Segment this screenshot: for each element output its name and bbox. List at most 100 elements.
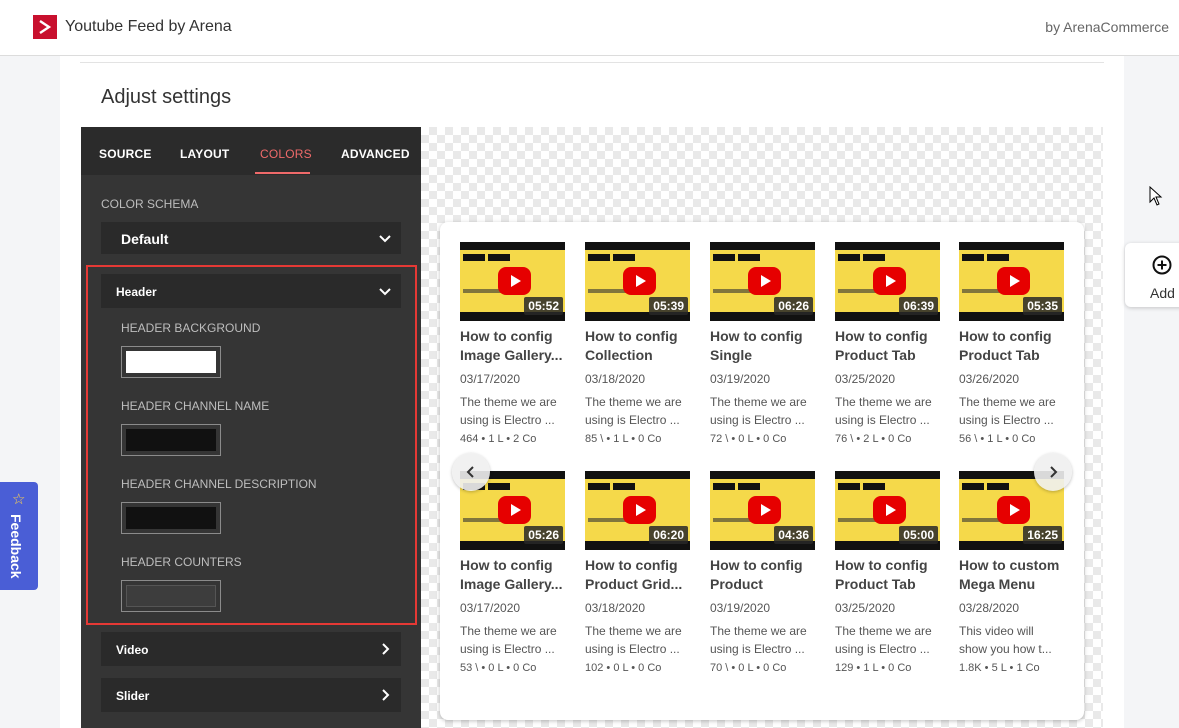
mouse-cursor-icon: [1149, 186, 1163, 206]
play-icon[interactable]: [873, 267, 906, 295]
video-card[interactable]: 04:36 How to config Product Listin... 03/1…: [710, 471, 816, 674]
video-title[interactable]: How to config Product Grid...: [585, 556, 689, 594]
video-card[interactable]: 05:00 How to config Product Tab V... 03/25…: [835, 471, 941, 674]
color-swatch: [126, 429, 216, 451]
header-channel-name-color-picker[interactable]: [121, 424, 221, 456]
color-schema-select[interactable]: Default: [101, 222, 401, 254]
video-stats: 102 • 0 L • 0 Co: [585, 662, 662, 674]
video-card[interactable]: 05:26 How to config Image Gallery... 03/17…: [460, 471, 566, 674]
color-swatch: [126, 585, 216, 607]
video-thumbnail[interactable]: 06:26: [710, 242, 815, 321]
tab-source[interactable]: SOURCE: [99, 147, 152, 161]
video-card[interactable]: 06:26 How to config Single Product... 03/1…: [710, 242, 816, 445]
video-title[interactable]: How to config Product Tab V...: [959, 327, 1063, 365]
tab-advanced[interactable]: ADVANCED: [341, 147, 410, 161]
video-description: The theme we are using is Electro ...: [585, 395, 682, 427]
video-card[interactable]: 05:35 How to config Product Tab V... 03/26…: [959, 242, 1065, 445]
prev-slide-button[interactable]: [452, 453, 490, 491]
video-title[interactable]: How to custom Mega Menu in...: [959, 556, 1063, 594]
thumbnail-tag: [738, 483, 760, 490]
active-tab-indicator: [255, 172, 310, 174]
thumbnail-tag: [713, 483, 735, 490]
video-description: The theme we are using is Electro ...: [710, 624, 807, 656]
header-counters-label: HEADER COUNTERS: [121, 555, 242, 569]
play-icon[interactable]: [997, 267, 1030, 295]
video-title[interactable]: How to config Product Tab V...: [835, 327, 939, 365]
accordion-video[interactable]: Video: [101, 632, 401, 666]
video-card[interactable]: 05:39 How to config Collection List... 03/…: [585, 242, 691, 445]
video-title[interactable]: How to config Image Gallery...: [460, 327, 564, 365]
video-duration: 05:35: [1023, 297, 1062, 315]
video-thumbnail[interactable]: 05:52: [460, 242, 565, 321]
video-duration: 06:20: [649, 526, 688, 544]
video-thumbnail[interactable]: 05:35: [959, 242, 1064, 321]
thumbnail-tag: [738, 254, 760, 261]
video-date: 03/18/2020: [585, 601, 646, 615]
video-date: 03/19/2020: [710, 372, 771, 386]
video-stats: 72 \ • 0 L • 0 Co: [710, 433, 787, 445]
feedback-button[interactable]: ☆ Feedback: [0, 482, 38, 590]
header-background-color-picker[interactable]: [121, 346, 221, 378]
youtube-feed-preview: 05:52 How to config Image Gallery... 03/17…: [440, 222, 1084, 720]
video-thumbnail[interactable]: 04:36: [710, 471, 815, 550]
thumbnail-tag: [838, 254, 860, 261]
video-description: This video will show you how t...: [959, 624, 1052, 656]
video-title[interactable]: How to config Collection List...: [585, 327, 689, 365]
video-description: The theme we are using is Electro ...: [835, 395, 932, 427]
app-title: Youtube Feed by Arena: [65, 18, 232, 35]
video-duration: 16:25: [1023, 526, 1062, 544]
video-duration: 06:26: [774, 297, 813, 315]
header-counters-color-picker[interactable]: [121, 580, 221, 612]
video-thumbnail[interactable]: 06:20: [585, 471, 690, 550]
accordion-header[interactable]: Header: [101, 274, 401, 308]
play-icon[interactable]: [748, 496, 781, 524]
thumbnail-tag: [613, 254, 635, 261]
app-vendor: by ArenaCommerce: [1045, 19, 1169, 35]
color-swatch: [126, 507, 216, 529]
video-thumbnail[interactable]: 05:00: [835, 471, 940, 550]
video-title[interactable]: How to config Product Listin...: [710, 556, 814, 594]
video-description: The theme we are using is Electro ...: [710, 395, 807, 427]
thumbnail-tag: [838, 483, 860, 490]
add-widget-button[interactable]: Add: [1125, 243, 1179, 307]
video-description: The theme we are using is Electro ...: [460, 624, 557, 656]
play-icon[interactable]: [748, 267, 781, 295]
accordion-slider[interactable]: Slider: [101, 678, 401, 712]
tab-colors[interactable]: COLORS: [260, 147, 312, 161]
play-icon[interactable]: [498, 496, 531, 524]
video-stats: 85 \ • 1 L • 0 Co: [585, 433, 662, 445]
video-title[interactable]: How to config Image Gallery...: [460, 556, 564, 594]
play-icon[interactable]: [623, 496, 656, 524]
play-icon[interactable]: [623, 267, 656, 295]
thumbnail-tag: [463, 254, 485, 261]
tab-layout[interactable]: LAYOUT: [180, 147, 229, 161]
video-stats: 129 • 1 L • 0 Co: [835, 662, 912, 674]
video-card[interactable]: 16:25 How to custom Mega Menu in... 03/28/…: [959, 471, 1065, 674]
next-slide-button[interactable]: [1034, 453, 1072, 491]
video-date: 03/18/2020: [585, 372, 646, 386]
app-logo-icon: [33, 15, 57, 39]
chevron-down-icon: [379, 235, 391, 243]
play-icon[interactable]: [997, 496, 1030, 524]
video-date: 03/28/2020: [959, 601, 1020, 615]
video-title[interactable]: How to config Product Tab V...: [835, 556, 939, 594]
accordion-header-label: Header: [116, 285, 157, 299]
video-stats: 76 \ • 2 L • 0 Co: [835, 433, 912, 445]
video-thumbnail[interactable]: 05:39: [585, 242, 690, 321]
video-card[interactable]: 06:39 How to config Product Tab V... 03/25…: [835, 242, 941, 445]
video-title[interactable]: How to config Single Product...: [710, 327, 814, 365]
play-icon[interactable]: [873, 496, 906, 524]
video-thumbnail[interactable]: 06:39: [835, 242, 940, 321]
video-card[interactable]: 06:20 How to config Product Grid... 03/18/…: [585, 471, 691, 674]
play-icon[interactable]: [498, 267, 531, 295]
thumbnail-tag: [488, 483, 510, 490]
video-duration: 05:00: [899, 526, 938, 544]
chevron-left-icon: [466, 466, 474, 478]
video-description: The theme we are using is Electro ...: [959, 395, 1056, 427]
thumbnail-tag: [987, 254, 1009, 261]
video-card[interactable]: 05:52 How to config Image Gallery... 03/17…: [460, 242, 566, 445]
video-date: 03/25/2020: [835, 372, 896, 386]
header-channel-description-color-picker[interactable]: [121, 502, 221, 534]
chevron-down-icon: [379, 288, 391, 296]
page-title: Adjust settings: [101, 86, 232, 108]
